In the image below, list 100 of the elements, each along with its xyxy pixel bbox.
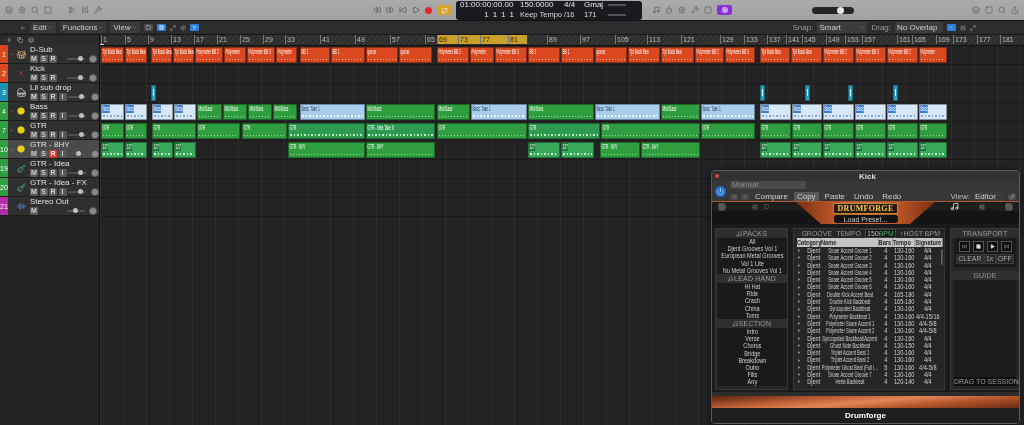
pan-knob[interactable]	[90, 149, 99, 158]
slider-thumb[interactable]	[79, 113, 84, 118]
audio-waveform	[857, 114, 884, 118]
note-icon[interactable]	[950, 202, 959, 211]
flex-toggle[interactable]	[947, 24, 956, 31]
stop-icon	[975, 244, 981, 249]
note-marks	[244, 133, 285, 137]
pan-knob[interactable]	[89, 73, 97, 82]
note-marks	[889, 133, 916, 137]
note-marks	[727, 57, 753, 61]
audio-region[interactable]	[760, 85, 765, 101]
next-button[interactable]	[741, 193, 749, 200]
volume-slider[interactable]	[68, 132, 86, 137]
note-marks	[127, 57, 145, 61]
view-toggle[interactable]	[156, 24, 166, 31]
volume-slider[interactable]	[68, 189, 86, 194]
play-button[interactable]	[986, 241, 998, 252]
grid-icon[interactable]	[1005, 202, 1013, 211]
pan-knob[interactable]	[90, 168, 99, 177]
note-marks	[275, 114, 295, 118]
sliders-icon[interactable]	[979, 203, 985, 210]
slider-thumb[interactable]	[77, 56, 83, 61]
rewind-icon[interactable]	[373, 6, 381, 14]
volume-slider[interactable]	[68, 151, 86, 156]
note-marks	[154, 133, 194, 137]
menu-dropdown[interactable]: Functions	[59, 22, 107, 33]
pan-knob[interactable]	[90, 111, 99, 120]
mixer-icon[interactable]	[752, 203, 758, 210]
pan-knob[interactable]	[89, 206, 97, 215]
search-icon[interactable]	[31, 6, 39, 14]
volume-slider[interactable]	[66, 56, 85, 61]
link-button[interactable]	[1008, 193, 1016, 200]
note-marks	[794, 133, 820, 137]
note-marks	[825, 57, 852, 61]
previous-button[interactable]	[730, 193, 738, 200]
grid-icon[interactable]	[718, 202, 726, 211]
header-button[interactable]: Paste	[821, 192, 849, 201]
audio-region[interactable]	[848, 85, 853, 101]
header-button[interactable]: Undo	[851, 192, 877, 201]
fit-icon[interactable]	[970, 24, 976, 31]
slider-thumb[interactable]	[76, 151, 82, 156]
scissors-icon[interactable]	[68, 6, 76, 14]
slider-thumb[interactable]	[78, 170, 84, 175]
chevron-icon	[949, 25, 954, 30]
pan-knob[interactable]	[90, 187, 99, 196]
play-icon[interactable]	[412, 6, 420, 14]
slider-thumb[interactable]	[78, 189, 84, 194]
tuner-button[interactable]	[717, 5, 732, 15]
audio-region[interactable]	[151, 85, 156, 101]
volume-slider[interactable]	[68, 94, 86, 99]
volume-slider[interactable]	[68, 113, 86, 118]
cpu-meter	[608, 4, 626, 7]
drag-dropdown[interactable]: No Overlap	[895, 22, 943, 33]
power-button[interactable]	[715, 185, 726, 197]
zoom-slider-icon[interactable]	[960, 24, 966, 31]
note-marks	[127, 133, 145, 137]
search-icon[interactable]	[998, 6, 1006, 14]
zoom-icon[interactable]	[169, 24, 176, 31]
skip-forward-icon	[1003, 244, 1009, 249]
snap-dropdown[interactable]: Smart	[817, 22, 868, 33]
slider-thumb[interactable]	[73, 208, 78, 213]
header-button[interactable]: Copy	[793, 192, 819, 201]
note-marks	[643, 152, 698, 156]
close-button[interactable]	[715, 174, 719, 178]
volume-slider[interactable]	[66, 75, 85, 80]
master-volume-slider[interactable]	[812, 6, 854, 14]
menu-dropdown[interactable]: Edit	[30, 22, 56, 33]
slider-thumb[interactable]	[79, 132, 84, 137]
menu-dropdown[interactable]: View	[110, 22, 140, 33]
slider-thumb[interactable]	[77, 75, 83, 80]
position-value: 1	[484, 10, 489, 19]
slider-thumb[interactable]	[79, 94, 84, 99]
drag-label: Drag:	[871, 23, 891, 32]
pan-knob[interactable]	[90, 130, 99, 139]
note-marks	[857, 133, 884, 137]
stop-button[interactable]	[972, 241, 984, 252]
note-marks	[250, 114, 270, 118]
note-marks	[401, 57, 430, 61]
fast-forward-icon[interactable]	[386, 6, 394, 14]
catch-toggle[interactable]	[189, 24, 199, 31]
back-icon[interactable]	[20, 24, 26, 31]
header-button[interactable]: Compare	[752, 192, 791, 201]
audio-region[interactable]	[805, 85, 810, 101]
magnet-icon[interactable]	[179, 24, 186, 31]
drum-icon	[16, 49, 26, 59]
volume-slider[interactable]	[68, 170, 86, 175]
header-button[interactable]: Redo	[879, 192, 905, 201]
preset-dropdown[interactable]: Manual	[730, 180, 806, 189]
scrollbar-thumb[interactable]	[941, 249, 943, 265]
pan-knob[interactable]	[90, 92, 99, 101]
track-name: GTR - Idea	[30, 159, 71, 168]
note-marks	[199, 114, 220, 118]
go-to-start-icon[interactable]	[399, 6, 407, 14]
mixer-icon[interactable]	[81, 6, 89, 14]
view-toggle[interactable]	[143, 24, 153, 31]
duplicate-icon[interactable]	[17, 37, 23, 43]
audio-waveform	[921, 114, 945, 118]
pan-knob[interactable]	[89, 54, 97, 63]
slider-thumb[interactable]	[837, 6, 845, 14]
audio-region[interactable]	[893, 85, 898, 101]
